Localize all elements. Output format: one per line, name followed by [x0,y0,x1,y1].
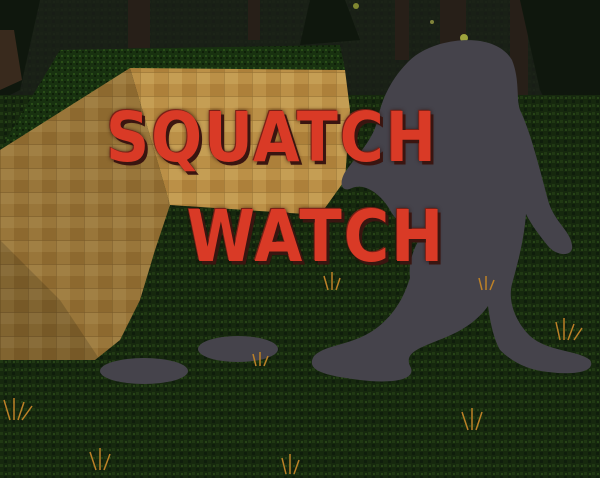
game-title-line-2: WATCH [186,194,446,279]
title-screen: SQUATCH WATCH [0,0,600,478]
game-title-line-1: SQUATCH [105,97,439,179]
